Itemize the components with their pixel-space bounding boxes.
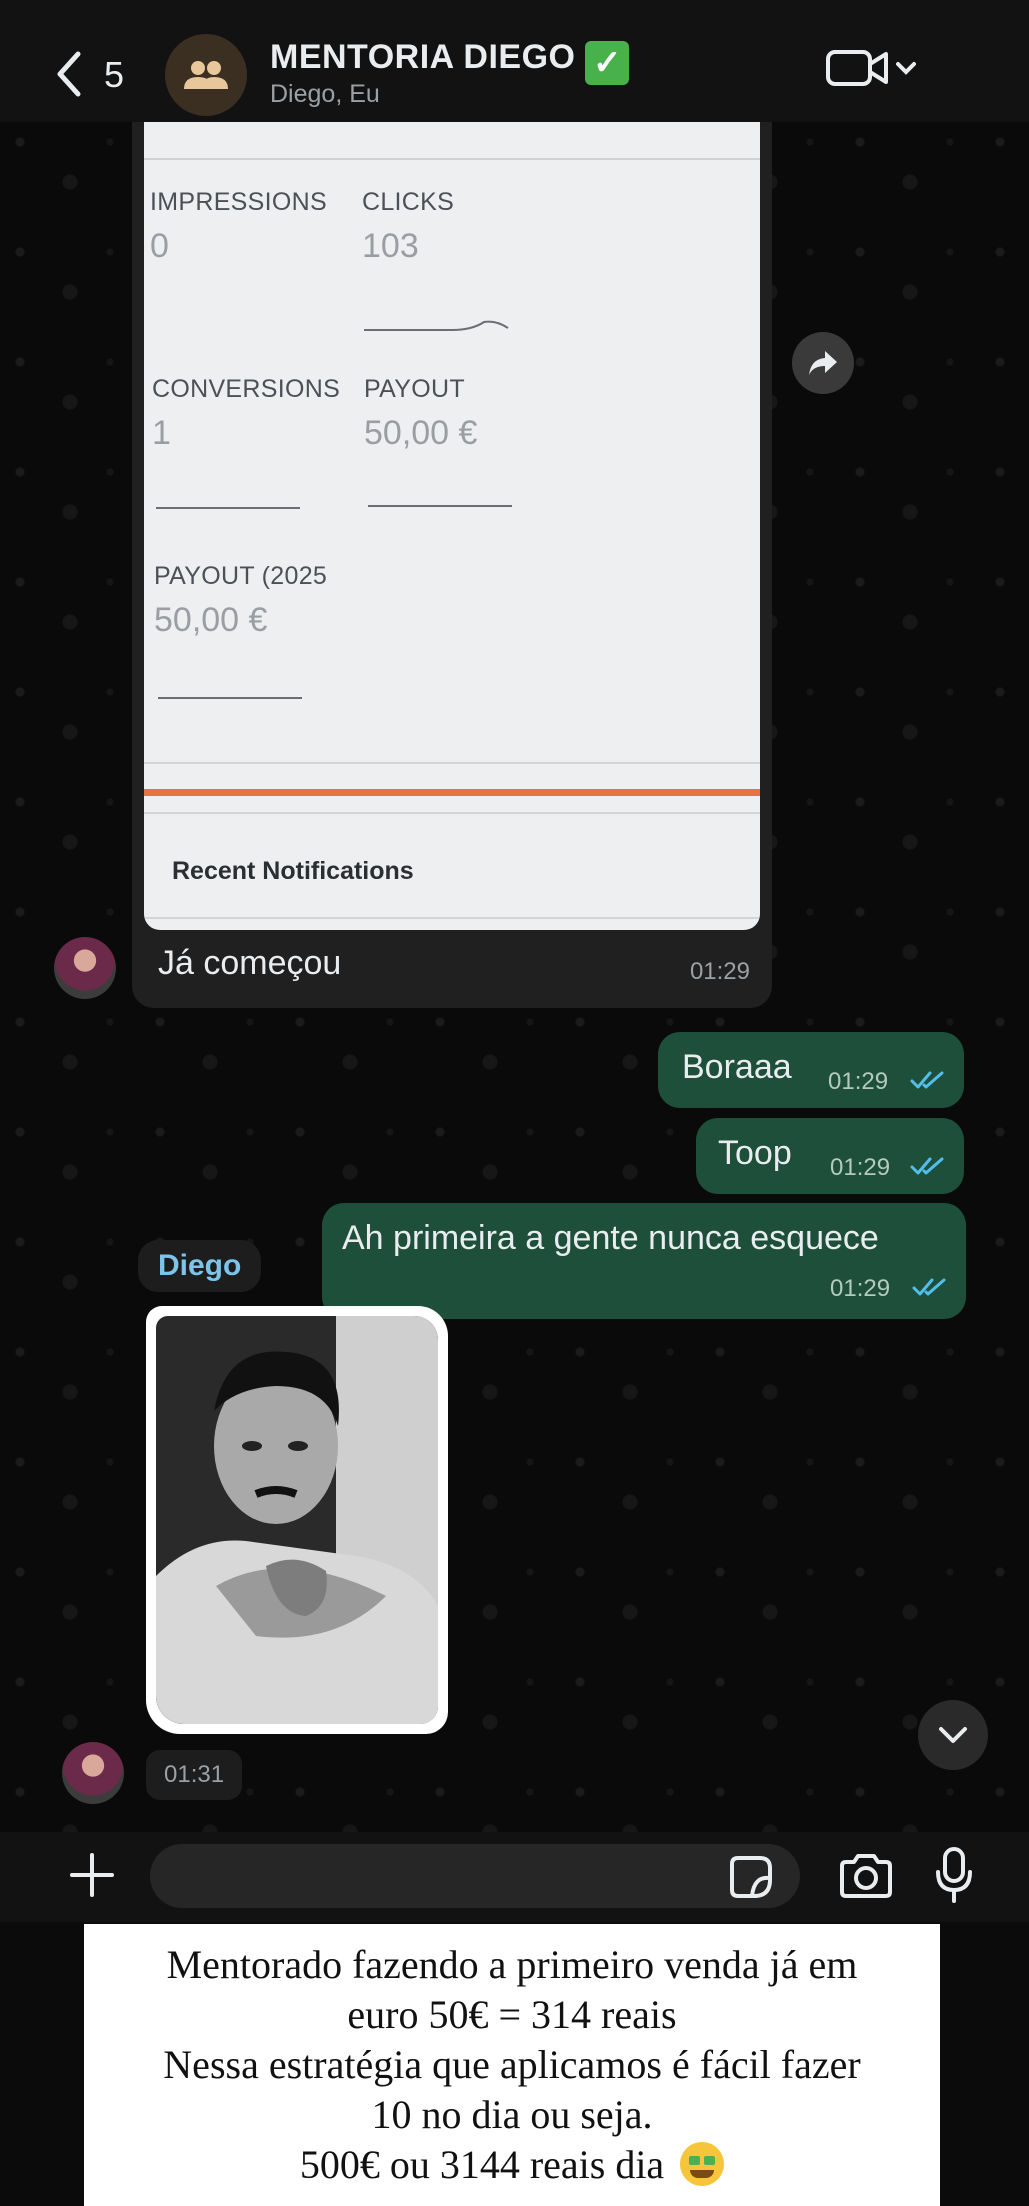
sticker-icon: [730, 1856, 772, 1898]
message-time: 01:29: [689, 958, 750, 985]
clicks-sparkline: [364, 320, 509, 331]
sender-name[interactable]: Diego: [138, 1240, 262, 1292]
chevron-left-icon: [57, 51, 81, 97]
group-icon: [184, 61, 228, 89]
person-portrait: [156, 1316, 438, 1724]
orange-divider: [144, 789, 760, 796]
back-button[interactable]: [52, 50, 92, 110]
read-receipt-icon: [910, 1071, 944, 1089]
chevron-down-icon: [939, 1727, 967, 1743]
sender-avatar[interactable]: [54, 937, 116, 999]
message-time: 01:31: [146, 1750, 243, 1800]
divider: [144, 812, 760, 814]
message-time: 01:29: [830, 1154, 891, 1181]
message-time: 01:29: [830, 1275, 891, 1302]
conversions-sparkline: [156, 507, 300, 509]
sticker-button[interactable]: [728, 1854, 774, 1900]
chat-title[interactable]: MENTORIA DIEGO ✓: [270, 38, 630, 85]
message-text: Boraaa: [682, 1048, 792, 1086]
dashboard-screenshot[interactable]: IMPRESSIONS 0 CLICKS 103 CONVERSIONS 1 P…: [144, 122, 760, 930]
divider: [144, 762, 760, 764]
metric-impressions: IMPRESSIONS 0: [150, 188, 327, 265]
outgoing-message[interactable]: Boraaa 01:29: [658, 1032, 964, 1108]
check-mark-icon: ✓: [585, 41, 630, 85]
message-time: 01:29: [828, 1068, 889, 1095]
money-mouth-face-icon: [680, 2142, 725, 2186]
microphone-button[interactable]: [934, 1846, 974, 1904]
caption-line: euro 50€ = 314 reais: [347, 1992, 677, 2037]
forward-button[interactable]: [792, 332, 854, 394]
camera-icon: [840, 1854, 892, 1898]
group-avatar[interactable]: [165, 34, 247, 116]
recent-notifications-heading: Recent Notifications: [172, 857, 414, 885]
forward-arrow-icon: [809, 351, 837, 375]
read-receipt-icon: [912, 1278, 946, 1296]
message-text: Já começou: [158, 944, 342, 982]
message-text: Ah primeira a gente nunca esquece: [342, 1219, 879, 1257]
payout-2025-sparkline: [158, 697, 302, 699]
divider: [144, 158, 760, 160]
attach-plus-button[interactable]: [70, 1850, 114, 1906]
message-text: Toop: [718, 1134, 792, 1172]
caption-line-last: 500€ ou 3144 reais dia: [84, 2140, 940, 2190]
video-camera-icon: [826, 50, 916, 86]
caption-line: 10 no dia ou seja.: [371, 2092, 653, 2137]
scroll-to-bottom-button[interactable]: [918, 1700, 988, 1770]
metric-clicks: CLICKS 103: [362, 188, 455, 265]
camera-button[interactable]: [838, 1852, 894, 1900]
video-call-button[interactable]: [826, 46, 922, 90]
divider: [144, 917, 760, 919]
chat-header: 5 MENTORIA DIEGO ✓ Diego, Eu: [0, 0, 1029, 122]
caption-text-box: Mentorado fazendo a primeiro venda já em…: [84, 1924, 940, 2206]
read-receipt-icon: [910, 1157, 944, 1175]
sender-avatar[interactable]: [62, 1742, 124, 1804]
outgoing-message[interactable]: Ah primeira a gente nunca esquece 01:29: [322, 1203, 966, 1319]
payout-sparkline: [368, 505, 512, 507]
caption-line: Nessa estratégia que aplicamos é fácil f…: [163, 2042, 861, 2087]
message-input[interactable]: [150, 1844, 800, 1908]
caption-line: Mentorado fazendo a primeiro venda já em: [166, 1942, 858, 1987]
sticker-portrait: [156, 1316, 438, 1724]
microphone-icon: [936, 1847, 972, 1903]
sticker-message[interactable]: [146, 1306, 448, 1734]
unread-count[interactable]: 5: [104, 54, 124, 96]
message-composer: [0, 1832, 1029, 1922]
incoming-image-message[interactable]: IMPRESSIONS 0 CLICKS 103 CONVERSIONS 1 P…: [132, 122, 772, 1008]
chat-title-text: MENTORIA DIEGO: [270, 38, 576, 76]
caption-line: 500€ ou 3144 reais dia: [299, 2142, 665, 2187]
outgoing-message[interactable]: Toop 01:29: [696, 1118, 964, 1194]
metric-payout: PAYOUT 50,00 €: [364, 375, 478, 452]
chat-participants[interactable]: Diego, Eu: [270, 80, 380, 109]
metric-conversions: CONVERSIONS 1: [152, 375, 341, 452]
plus-icon: [70, 1853, 114, 1897]
metric-payout-2025: PAYOUT (2025 50,00 €: [154, 562, 328, 639]
